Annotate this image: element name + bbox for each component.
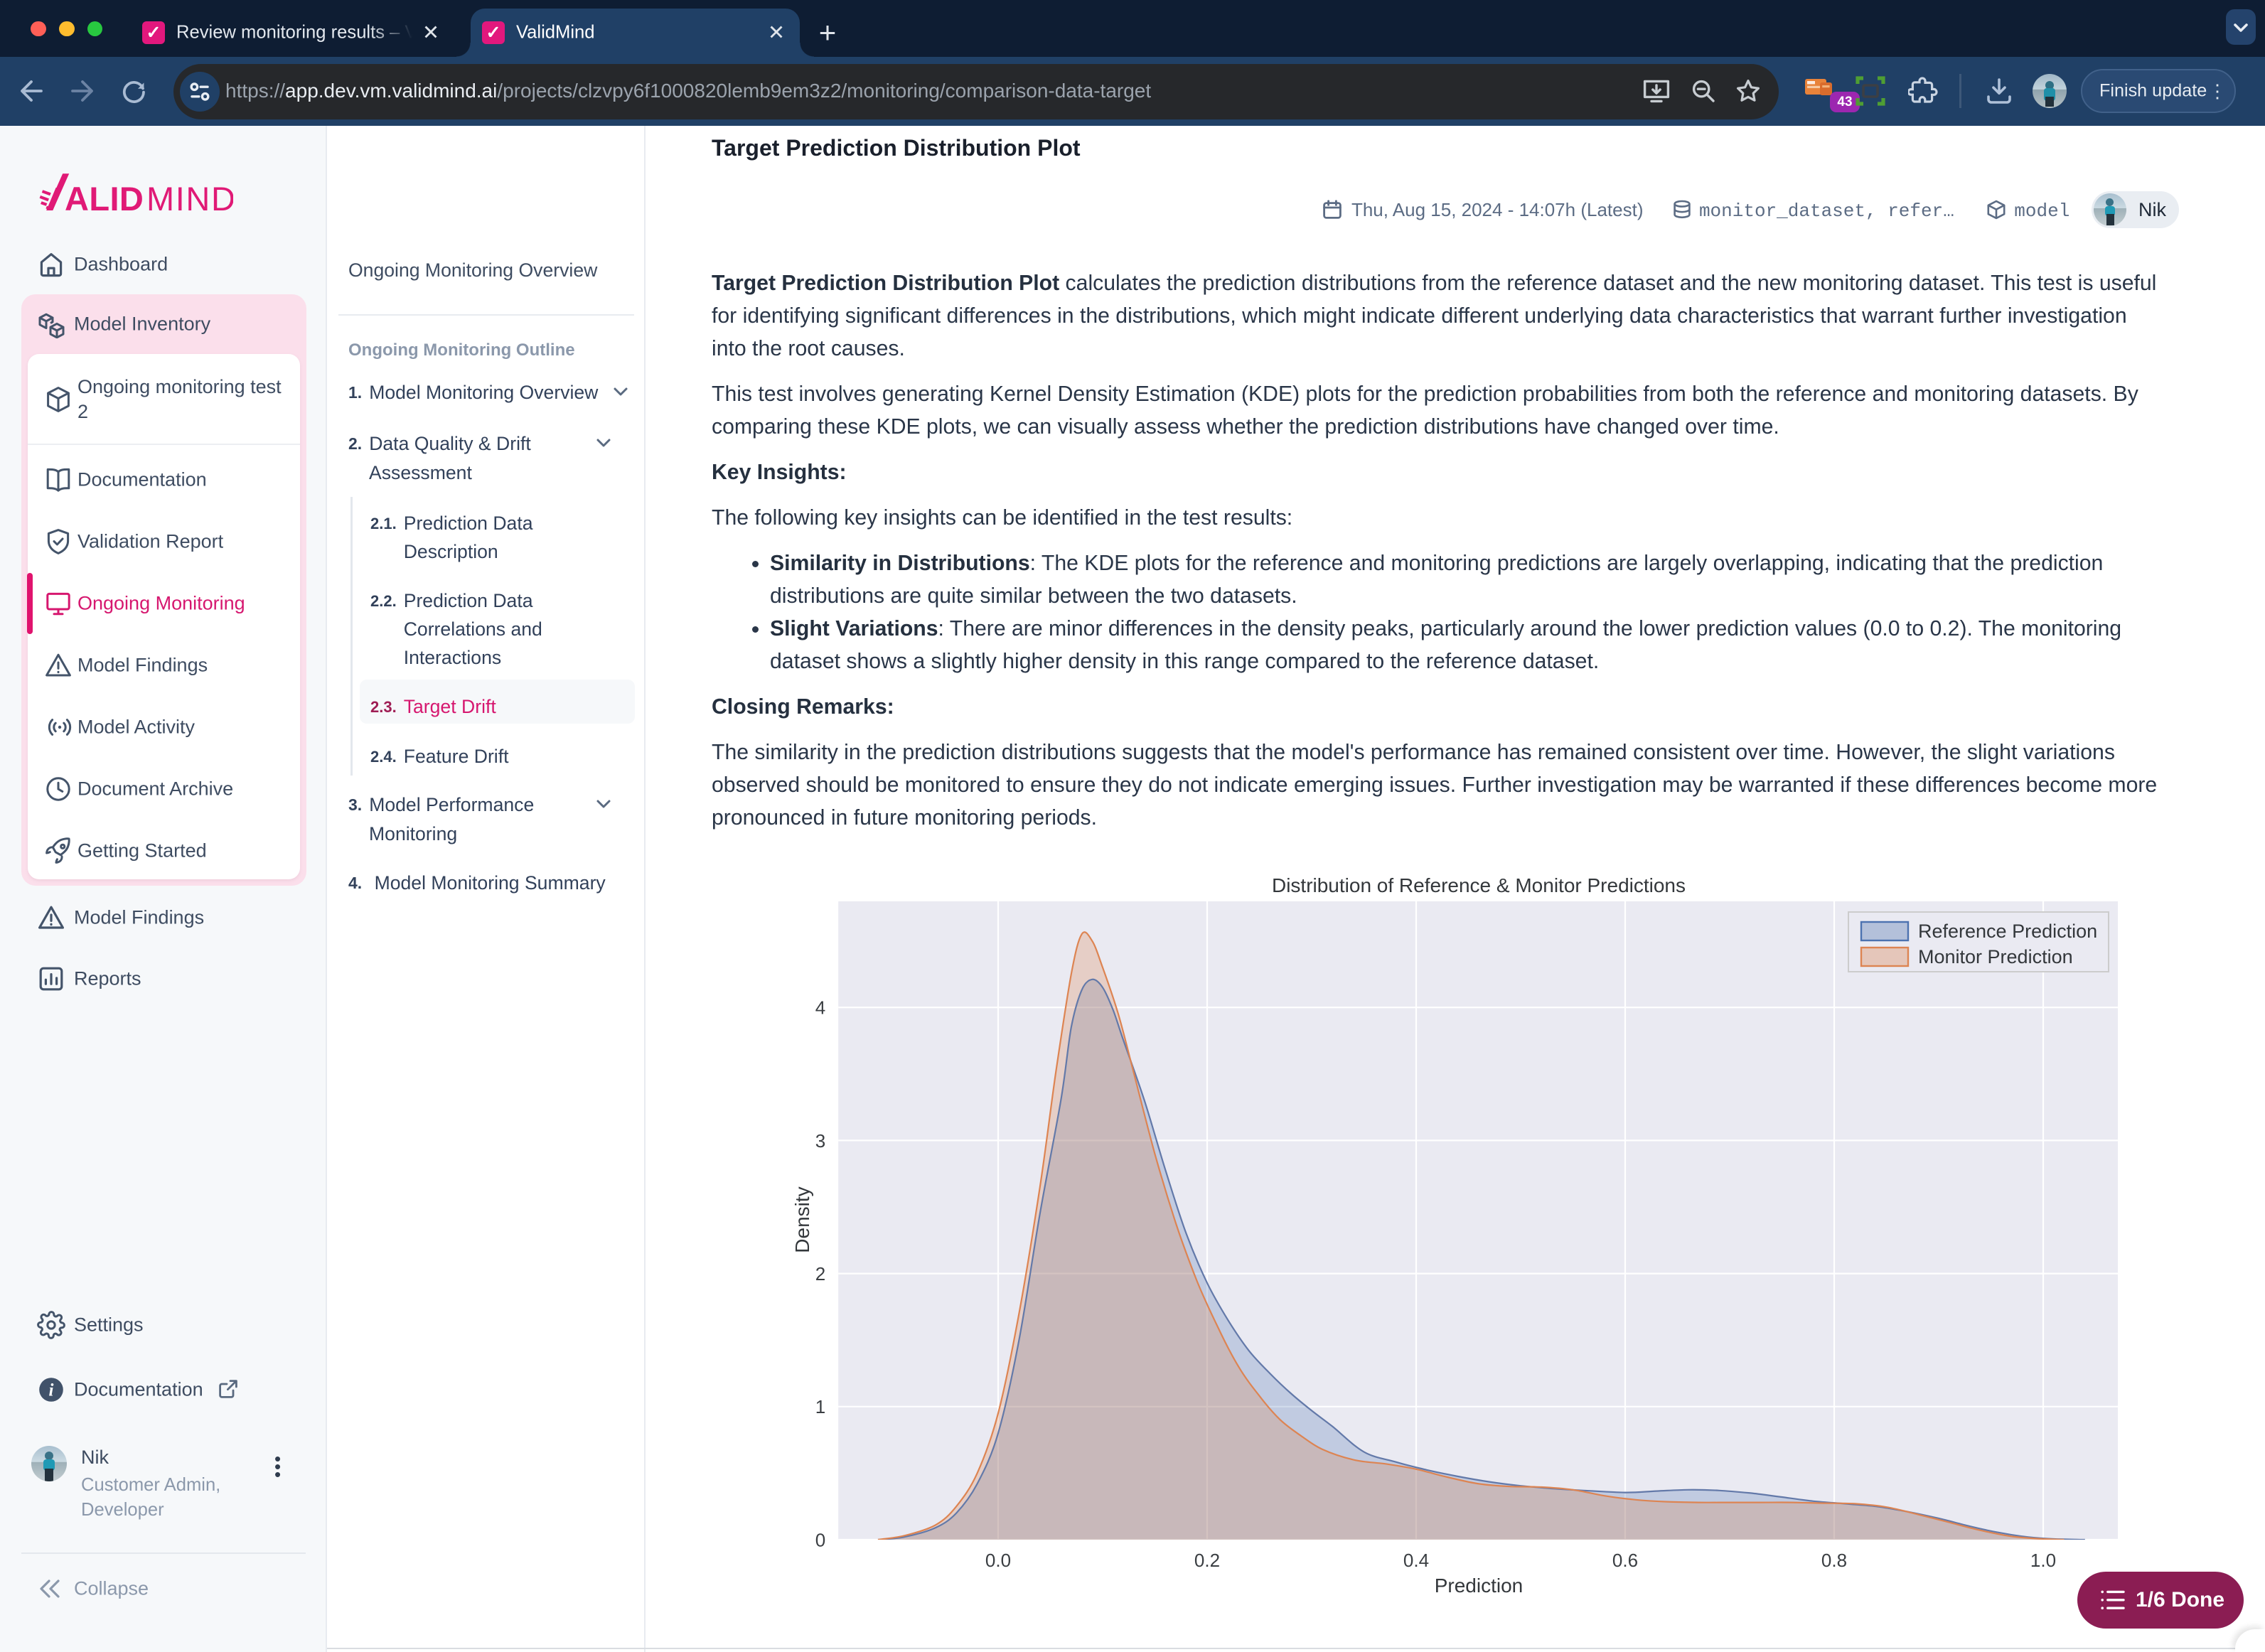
svg-text:Density: Density [791,1186,813,1253]
svg-text:3: 3 [815,1130,825,1152]
svg-text:Reference Prediction: Reference Prediction [1918,921,2097,942]
svg-text:1: 1 [815,1396,825,1417]
svg-text:0.0: 0.0 [985,1550,1011,1571]
svg-text:0: 0 [815,1529,825,1550]
svg-text:0.4: 0.4 [1403,1550,1429,1571]
svg-text:i: i [49,1381,54,1400]
svg-text:0.2: 0.2 [1194,1550,1220,1571]
svg-text:0.8: 0.8 [1821,1550,1847,1571]
svg-text:ALID: ALID [65,180,144,218]
svg-text:2: 2 [815,1263,825,1284]
svg-text:Monitor Prediction: Monitor Prediction [1918,946,2073,967]
svg-text:0.6: 0.6 [1612,1550,1638,1571]
svg-text:1.0: 1.0 [2030,1550,2056,1571]
svg-text:4: 4 [815,997,825,1019]
svg-text:Distribution of Reference & Mo: Distribution of Reference & Monitor Pred… [1272,874,1686,896]
svg-text:MIND: MIND [146,180,233,218]
svg-text:Prediction: Prediction [1435,1575,1524,1597]
